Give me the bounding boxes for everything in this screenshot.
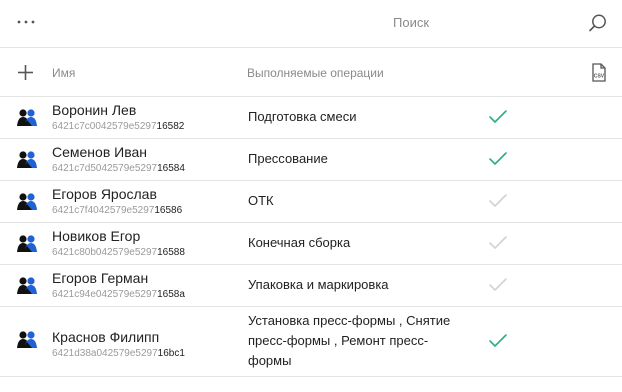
checkmark-icon[interactable] [488, 235, 508, 251]
table-row[interactable]: Семенов Иван 6421c7d5042579e529716584 Прес… [0, 139, 622, 181]
employee-id-suffix: 16588 [157, 247, 185, 258]
employee-id-prefix: 6421c7d5042579e5297 [52, 163, 158, 174]
employee-operations: Конечная сборка [248, 235, 351, 250]
employee-name: Краснов Филипп [52, 329, 160, 345]
employee-name: Егоров Ярослав [52, 186, 157, 202]
employee-list: Воронин Лев 6421c7c0042579e529716582 Подго… [0, 97, 622, 377]
employee-id: 6421c7d5042579e529716584 [52, 163, 185, 174]
checkmark-icon[interactable] [488, 193, 508, 209]
table-row[interactable]: Краснов Филипп 6421d38a042579e529716bc1 Ус… [0, 307, 622, 377]
search-icon[interactable] [588, 13, 608, 33]
employee-operations: ОТК [248, 193, 274, 208]
table-row[interactable]: Егоров Ярослав 6421c7f4042579e529716586 ОТ… [0, 181, 622, 223]
employee-id-suffix: 16582 [156, 121, 185, 132]
employee-id-suffix: 16584 [157, 163, 185, 174]
add-icon[interactable] [17, 64, 34, 81]
employee-name: Егоров Герман [52, 270, 149, 286]
more-dots-icon[interactable] [16, 14, 36, 30]
employee-id-prefix: 6421c80b042579e5297 [52, 247, 158, 258]
table-row[interactable]: Егоров Герман 6421c94e042579e52971658a Упа… [0, 265, 622, 307]
employee-operations: Подготовка смеси [248, 109, 357, 124]
employee-name: Воронин Лев [52, 102, 137, 118]
top-bar: Поиск [0, 0, 622, 48]
employee-id-prefix: 6421c7c0042579e5297 [52, 121, 157, 132]
employee-id: 6421c7c0042579e529716582 [52, 121, 184, 132]
employee-id: 6421c94e042579e52971658a [52, 289, 185, 300]
employee-operations: Упаковка и маркировка [248, 277, 389, 292]
svg-text:CSV: CSV [594, 74, 605, 80]
user-group-icon [17, 109, 37, 126]
employee-operations: Установка пресс-формы , Снятие пресс-фор… [248, 313, 451, 368]
table-row[interactable]: Новиков Егор 6421c80b042579e529716588 Коне… [0, 223, 622, 265]
checkmark-icon[interactable] [488, 333, 508, 349]
employee-name: Семенов Иван [52, 144, 148, 160]
table-header: Имя Выполняемые операции CSV [0, 48, 622, 97]
employee-id-suffix: 16bc1 [157, 348, 185, 359]
table-row[interactable]: Воронин Лев 6421c7c0042579e529716582 Подго… [0, 97, 622, 139]
employee-id-suffix: 1658a [157, 289, 185, 300]
employee-operations: Прессование [248, 151, 328, 166]
column-header-operations: Выполняемые операции [247, 66, 384, 80]
user-group-icon [17, 235, 37, 252]
user-group-icon [17, 151, 37, 168]
user-group-icon [17, 331, 37, 348]
employee-id-prefix: 6421c7f4042579e5297 [52, 205, 155, 216]
user-group-icon [17, 277, 37, 294]
employee-id-suffix: 16586 [154, 205, 183, 216]
employee-id: 6421d38a042579e529716bc1 [52, 348, 185, 359]
employee-id-prefix: 6421c94e042579e5297 [52, 289, 158, 300]
employee-name: Новиков Егор [52, 228, 141, 244]
checkmark-icon[interactable] [488, 151, 508, 167]
employee-id-prefix: 6421d38a042579e5297 [52, 348, 158, 359]
column-header-name: Имя [52, 66, 76, 80]
employee-id: 6421c80b042579e529716588 [52, 247, 185, 258]
checkmark-icon[interactable] [488, 109, 508, 125]
user-group-icon [17, 193, 37, 210]
checkmark-icon[interactable] [488, 277, 508, 293]
csv-export-icon[interactable]: CSV [591, 63, 607, 82]
employee-id: 6421c7f4042579e529716586 [52, 205, 182, 216]
search-input[interactable]: Поиск [393, 15, 429, 30]
